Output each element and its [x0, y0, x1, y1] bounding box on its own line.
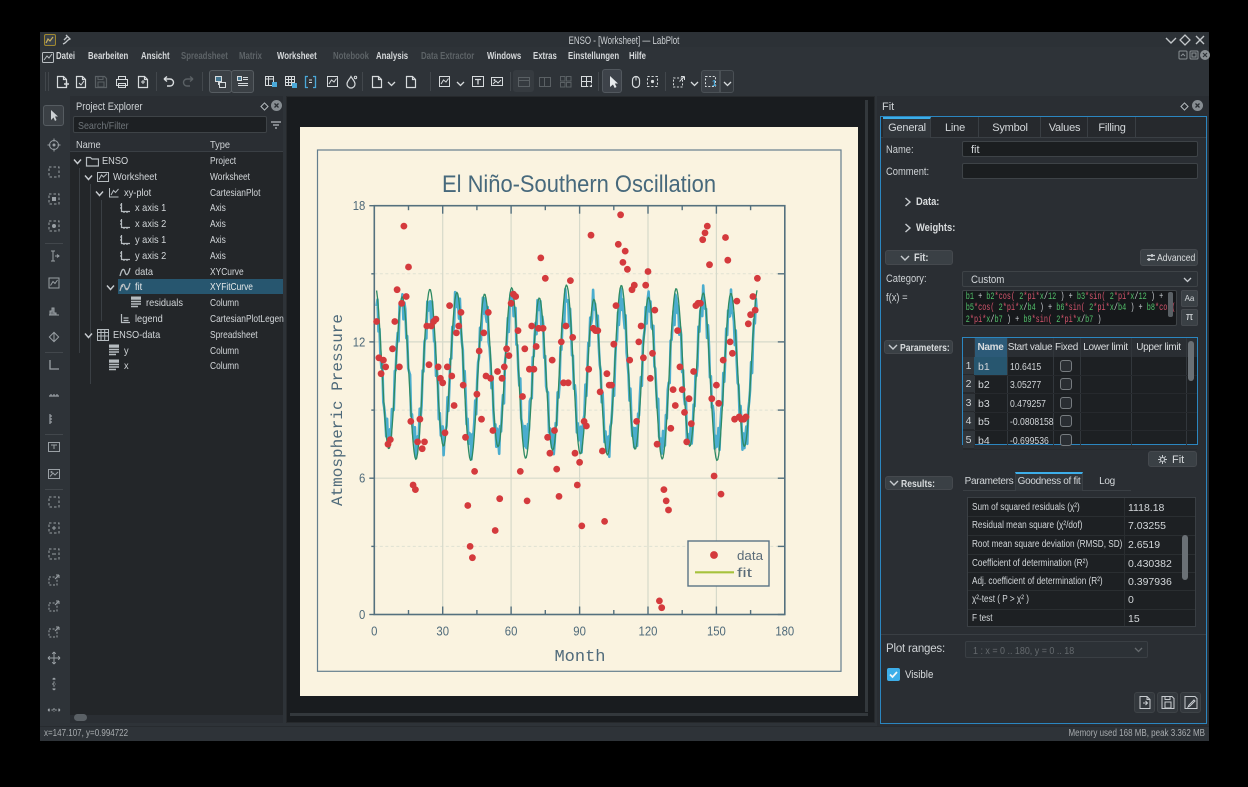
svg-text:180: 180 [775, 624, 794, 639]
svg-text:Atmospheric Pressure: Atmospheric Pressure [329, 314, 347, 506]
svg-text:El Niño-Southern Oscillation: El Niño-Southern Oscillation [442, 171, 716, 198]
svg-text:30: 30 [436, 624, 449, 639]
svg-text:1: 1 [712, 79, 717, 88]
svg-text:0: 0 [371, 624, 377, 639]
svg-text:90: 90 [573, 624, 586, 639]
svg-text:60: 60 [505, 624, 518, 639]
svg-text:12: 12 [353, 334, 366, 349]
svg-text:18: 18 [353, 198, 366, 213]
svg-text:fit: fit [737, 565, 753, 580]
svg-text:120: 120 [639, 624, 658, 639]
svg-text:Month: Month [554, 648, 605, 667]
svg-text:150: 150 [707, 624, 726, 639]
svg-text:0: 0 [359, 607, 365, 622]
svg-text:data: data [737, 548, 764, 563]
svg-text:6: 6 [359, 471, 365, 486]
